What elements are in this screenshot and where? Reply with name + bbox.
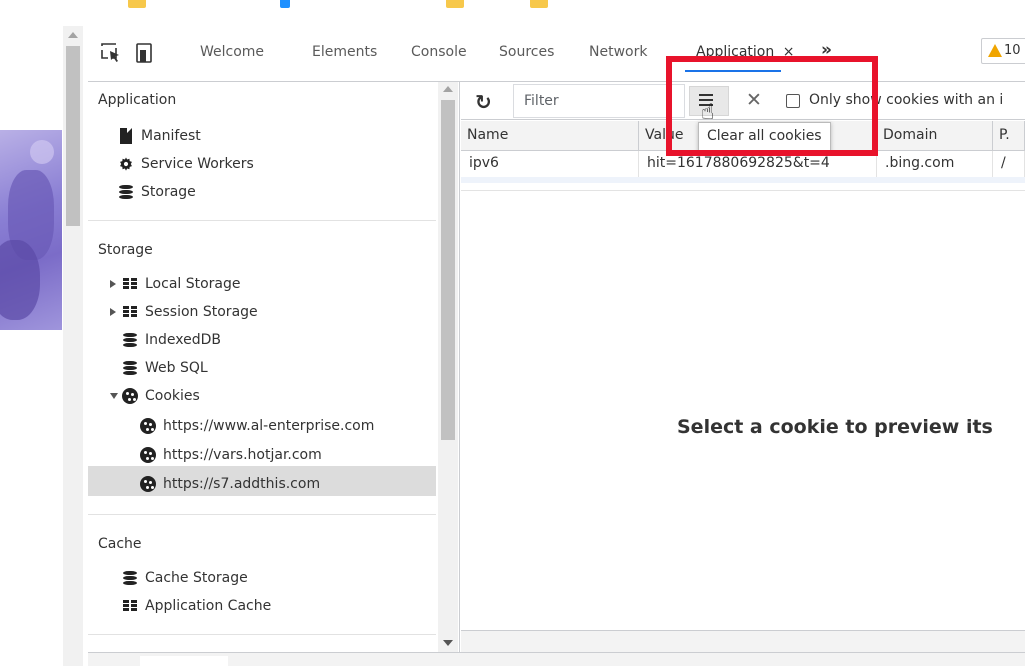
sidebar-item-label: Web SQL [145,360,208,376]
sidebar-item-cache-storage[interactable]: Cache Storage [122,564,248,592]
sidebar-item-session-storage[interactable]: Session Storage [110,298,258,326]
refresh-icon[interactable]: ↻ [475,90,492,114]
devtools-toolbar: Welcome Elements Console Sources Network… [88,26,1025,82]
table-cell-name[interactable]: ipv6 [461,151,639,177]
section-storage: Storage [98,242,153,258]
only-show-issues-checkbox[interactable] [786,94,800,108]
cookie-filter-input[interactable] [513,84,685,118]
more-tabs-button[interactable]: » [821,40,832,60]
sidebar-item-manifest[interactable]: Manifest [118,122,201,150]
sidebar-scrollbar[interactable] [438,82,458,666]
sidebar-scrollbar-thumb[interactable] [441,100,455,440]
cookie-icon [122,388,138,404]
cookie-preview-placeholder: Select a cookie to preview its [677,416,993,438]
devtools-drawer-bar [88,652,1025,666]
drawer-tab[interactable] [140,656,228,666]
expand-arrow-icon[interactable] [110,280,116,288]
column-header-name[interactable]: Name [461,121,639,151]
warning-count: 10 [1004,43,1021,58]
sidebar-divider [88,634,436,635]
database-icon [122,360,138,376]
gear-icon [118,156,134,172]
sidebar-item-storage-overview[interactable]: Storage [118,178,196,206]
browser-tab-hint [446,0,464,8]
sidebar-item-service-workers[interactable]: Service Workers [118,150,254,178]
sidebar-item-cookie-origin[interactable]: https://www.al-enterprise.com [140,412,374,440]
table-cell-domain[interactable]: .bing.com [877,151,993,177]
cookie-icon [140,447,156,463]
browser-tab-strip [0,0,1025,10]
table-cell-path[interactable]: / [993,151,1025,177]
sidebar-item-label: Service Workers [141,156,254,172]
table-cell-value[interactable]: hit=1617880692825&t=4 [639,151,877,177]
browser-tab-hint [280,0,290,8]
cookies-panel: ↻ ☝ ✕ Only show cookies with an i Name V… [461,82,1025,666]
warnings-counter-button[interactable]: 10 [981,38,1025,64]
sidebar-item-cookie-origin[interactable]: https://vars.hotjar.com [140,441,322,469]
clear-all-cookies-tooltip: Clear all cookies [698,122,831,152]
delete-selected-icon[interactable]: ✕ [746,89,762,111]
grid-icon [122,276,138,292]
sidebar-item-label: Storage [141,184,196,200]
grid-icon [122,304,138,320]
browser-tab-hint [128,0,146,8]
cookies-toolbar: ↻ ☝ ✕ Only show cookies with an i [461,82,1025,125]
devtools-panel: Welcome Elements Console Sources Network… [88,26,1025,666]
tab-close-icon[interactable]: × [783,44,795,60]
section-application: Application [98,92,177,108]
inspect-element-icon[interactable] [100,42,122,64]
scroll-up-arrow[interactable] [68,32,78,38]
collapse-arrow-icon[interactable] [110,393,118,399]
sidebar-item-application-cache[interactable]: Application Cache [122,592,271,620]
column-header-domain[interactable]: Domain [877,121,993,151]
sidebar-item-local-storage[interactable]: Local Storage [110,270,241,298]
scroll-up-arrow[interactable] [443,86,453,92]
sidebar-item-cookie-origin[interactable]: https://s7.addthis.com [140,470,320,498]
sidebar-item-label: Session Storage [145,304,258,320]
grid-icon [122,598,138,614]
tab-application[interactable]: Application × [696,44,794,60]
application-sidebar: Application Manifest Service Workers Sto… [88,82,460,666]
column-header-path[interactable]: P. [993,121,1025,151]
cookie-icon [140,418,156,434]
warning-icon [988,44,1002,57]
tab-application-label: Application [696,44,775,60]
sidebar-item-label: IndexedDB [145,332,221,348]
sidebar-item-label: https://s7.addthis.com [163,476,321,492]
sidebar-item-web-sql[interactable]: Web SQL [122,354,208,382]
tab-console[interactable]: Console [411,44,467,60]
sidebar-item-label: https://www.al-enterprise.com [163,418,375,434]
database-icon [122,332,138,348]
sidebar-item-label: Application Cache [145,598,272,614]
browser-tab-hint [530,0,548,8]
database-icon [122,570,138,586]
active-tab-indicator [685,70,781,72]
tab-welcome[interactable]: Welcome [200,44,264,60]
sidebar-item-label: Manifest [141,128,201,144]
page-scrollbar[interactable] [63,26,83,666]
sidebar-item-cookies[interactable]: Cookies [110,382,200,410]
tab-elements[interactable]: Elements [312,44,377,60]
tab-sources[interactable]: Sources [499,44,554,60]
device-toolbar-icon[interactable] [134,42,156,64]
sidebar-item-label: Local Storage [145,276,241,292]
scroll-down-arrow[interactable] [443,640,453,646]
page-hero-image [0,130,62,330]
sidebar-divider [88,514,436,515]
sidebar-item-label: Cache Storage [145,570,248,586]
expand-arrow-icon[interactable] [110,308,116,316]
page-scrollbar-thumb[interactable] [66,46,80,226]
sidebar-item-indexeddb[interactable]: IndexedDB [122,326,221,354]
database-icon [118,184,134,200]
tab-network[interactable]: Network [589,44,647,60]
only-show-issues-label: Only show cookies with an i [809,92,1004,108]
section-cache: Cache [98,536,142,552]
cookie-icon [140,476,156,492]
web-page-content [0,10,62,666]
sidebar-item-label: Cookies [145,388,200,404]
sidebar-divider [88,220,436,221]
sidebar-item-label: https://vars.hotjar.com [163,447,322,463]
table-row[interactable] [461,177,1025,183]
manifest-icon [118,128,134,144]
